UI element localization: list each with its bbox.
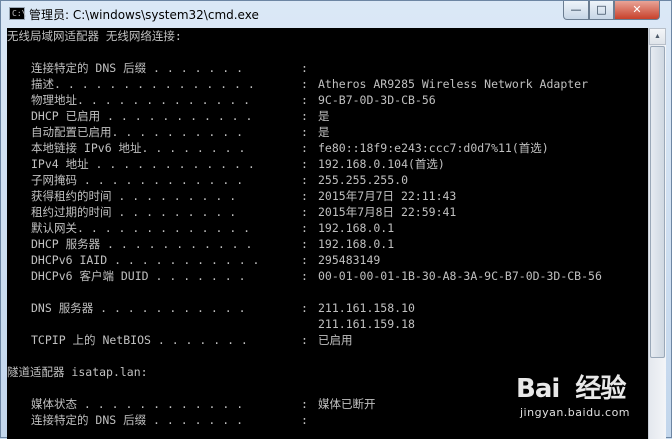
- window-title: 管理员: C:\windows\system32\cmd.exe: [29, 8, 259, 22]
- section-header-text: 无线局域网适配器 无线网络连接:: [7, 29, 182, 43]
- console-kv-line: 获得租约的时间 . . . . . . . . .:2015年7月7日 22:1…: [7, 188, 648, 204]
- key-value-colon: :: [301, 61, 308, 75]
- console-kv-line: DHCPv6 IAID . . . . . . . . . . .:295483…: [7, 252, 648, 268]
- key-value-colon: :: [301, 253, 308, 267]
- property-key: 自动配置已启用. . . . . . . . . .: [31, 125, 244, 139]
- console-kv-line: 物理地址. . . . . . . . . . . . .:9C-B7-0D-3…: [7, 92, 648, 108]
- key-value-colon: :: [301, 125, 308, 139]
- watermark-url: jingyan.baidu.com: [520, 406, 631, 419]
- console-section-header: 无线局域网适配器 无线网络连接:: [7, 28, 648, 44]
- property-value: 9C-B7-0D-3D-CB-56: [318, 93, 436, 107]
- property-value: 2015年7月8日 22:59:41: [318, 205, 457, 219]
- property-value: 媒体已断开: [318, 397, 376, 411]
- close-button[interactable]: ✕: [614, 1, 660, 20]
- title-bar[interactable]: C:\ 管理员: C:\windows\system32\cmd.exe — □…: [1, 1, 671, 27]
- property-key: 连接特定的 DNS 后缀 . . . . . . .: [31, 413, 244, 427]
- property-key: DHCPv6 IAID . . . . . . . . . . .: [31, 253, 260, 267]
- property-key: 默认网关. . . . . . . . . . . . .: [31, 221, 251, 235]
- key-value-colon: :: [301, 333, 308, 347]
- section-header-text: 隧道适配器 isatap.lan:: [7, 365, 148, 379]
- property-key: 连接特定的 DNS 后缀 . . . . . . .: [31, 61, 244, 75]
- property-key: DHCPv6 客户端 DUID . . . . . . .: [31, 269, 246, 283]
- property-value: 2015年7月7日 22:11:43: [318, 189, 457, 203]
- key-value-colon: :: [301, 157, 308, 171]
- key-value-colon: :: [301, 93, 308, 107]
- property-key: 描述. . . . . . . . . . . . . . .: [31, 77, 255, 91]
- key-value-colon: :: [301, 173, 308, 187]
- property-key: 本地链接 IPv6 地址. . . . . . . .: [31, 141, 246, 155]
- property-value: 211.161.159.18: [318, 317, 415, 331]
- key-value-colon: :: [301, 301, 308, 315]
- cmd-app-icon[interactable]: C:\: [9, 7, 27, 20]
- property-value: 00-01-00-01-1B-30-A8-3A-9C-B7-0D-3D-CB-5…: [318, 269, 602, 283]
- property-key: DNS 服务器 . . . . . . . . . . .: [31, 301, 246, 315]
- console-kv-line: 租约过期的时间 . . . . . . . . .:2015年7月8日 22:5…: [7, 204, 648, 220]
- key-value-colon: :: [301, 269, 308, 283]
- property-value: fe80::18f9:e243:ccc7:d0d7%11(首选): [318, 141, 549, 155]
- property-value: 295483149: [318, 253, 381, 267]
- property-value: 255.255.255.0: [318, 173, 409, 187]
- property-value: 已启用: [318, 333, 353, 347]
- console-kv-line: 默认网关. . . . . . . . . . . . .:192.168.0.…: [7, 220, 648, 236]
- property-value: 192.168.0.104(首选): [318, 157, 445, 171]
- console-kv-line: 本地链接 IPv6 地址. . . . . . . .: fe80::18f9:e…: [7, 140, 648, 156]
- property-key: IPv4 地址 . . . . . . . . . . . .: [31, 157, 255, 171]
- console-kv-line: IPv4 地址 . . . . . . . . . . . .:192.168.…: [7, 156, 648, 172]
- console-kv-line: DNS 服务器 . . . . . . . . . . .:211.161.15…: [7, 300, 648, 316]
- property-key: 子网掩码 . . . . . . . . . . . .: [31, 173, 244, 187]
- property-key: 获得租约的时间 . . . . . . . . .: [31, 189, 237, 203]
- baidu-jingyan-watermark: Bai 经验 jingyan.baidu.com: [512, 360, 662, 430]
- property-key: 物理地址. . . . . . . . . . . . .: [31, 93, 251, 107]
- property-value: 192.168.0.1: [318, 221, 395, 235]
- maximize-button[interactable]: □: [589, 1, 614, 20]
- key-value-colon: :: [301, 237, 308, 251]
- console-kv-line: 连接特定的 DNS 后缀 . . . . . . .:: [7, 60, 648, 76]
- key-value-colon: :: [301, 189, 308, 203]
- property-value: 是: [318, 125, 330, 139]
- property-key: DHCP 服务器 . . . . . . . . . . .: [31, 237, 253, 251]
- baidu-paw-icon: [548, 364, 588, 402]
- console-kv-line: TCPIP 上的 NetBIOS . . . . . . .: 已启用: [7, 332, 648, 348]
- minimize-button[interactable]: —: [563, 1, 589, 20]
- console-kv-line: DHCP 服务器 . . . . . . . . . . .:192.168.0…: [7, 236, 648, 252]
- key-value-colon: :: [301, 221, 308, 235]
- console-kv-line: 描述. . . . . . . . . . . . . . .: Atheros …: [7, 76, 648, 92]
- property-key: TCPIP 上的 NetBIOS . . . . . . .: [31, 333, 248, 347]
- console-kv-line: 自动配置已启用. . . . . . . . . .: 是: [7, 124, 648, 140]
- property-value: 192.168.0.1: [318, 237, 395, 251]
- console-kv-line: 子网掩码 . . . . . . . . . . . .:255.255.255…: [7, 172, 648, 188]
- key-value-colon: :: [301, 205, 308, 219]
- console-kv-line: DHCP 已启用 . . . . . . . . . . .: 是: [7, 108, 648, 124]
- property-value: 是: [318, 109, 330, 123]
- property-value: Atheros AR9285 Wireless Network Adapter: [318, 77, 589, 91]
- app-icon-label: C:\: [12, 9, 27, 18]
- key-value-colon: :: [301, 77, 308, 91]
- console-continuation-line: 211.161.159.18: [7, 316, 648, 332]
- property-value: 211.161.158.10: [318, 301, 415, 315]
- scroll-up-arrow-icon[interactable]: ▲: [649, 28, 666, 45]
- key-value-colon: :: [301, 413, 308, 427]
- key-value-colon: :: [301, 397, 308, 411]
- property-key: 媒体状态 . . . . . . . . . . . .: [31, 397, 244, 411]
- key-value-colon: :: [301, 109, 308, 123]
- property-key: DHCP 已启用 . . . . . . . . . . .: [31, 109, 253, 123]
- console-kv-line: DHCPv6 客户端 DUID . . . . . . .:00-01-00-0…: [7, 268, 648, 284]
- property-key: 租约过期的时间 . . . . . . . . .: [31, 205, 237, 219]
- scroll-thumb[interactable]: [650, 46, 665, 358]
- key-value-colon: :: [301, 141, 308, 155]
